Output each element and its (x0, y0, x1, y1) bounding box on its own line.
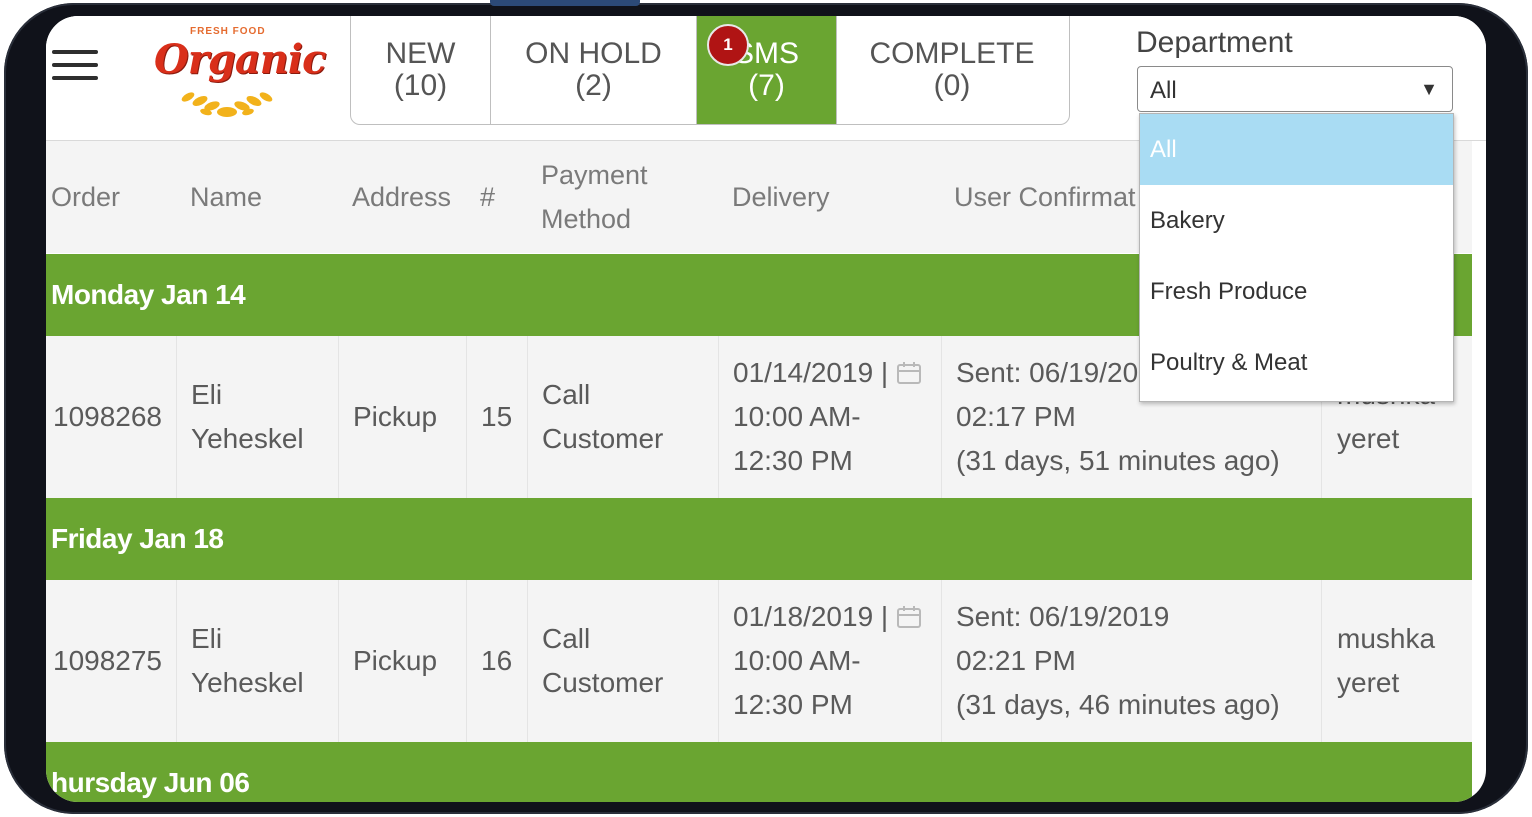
tab-new[interactable]: NEW (10) (351, 16, 491, 124)
column-order[interactable]: Order (51, 141, 120, 253)
tab-on-hold[interactable]: ON HOLD (2) (491, 16, 697, 124)
calendar-icon (896, 362, 921, 384)
table-row[interactable]: 1098275 Eli Yeheskel Pickup 16 Call Cust… (46, 580, 1472, 742)
department-option-fresh-produce[interactable]: Fresh Produce (1140, 256, 1453, 327)
column-payment-method[interactable]: Payment Method (541, 141, 671, 253)
customer-name: Eli Yeheskel (191, 379, 304, 454)
delivery-info: 01/14/2019 | 10:00 AM- 12:30 PM (733, 351, 922, 483)
order-number: 1098275 (46, 580, 177, 742)
order-status-tabs: NEW (10) ON HOLD (2) 1 SMS (7) COMPLETE … (350, 16, 1070, 125)
tab-on-hold-count: (2) (575, 69, 612, 102)
user-confirmation-info: Sent: 06/19/2019 02:21 PM (31 days, 46 m… (956, 595, 1280, 727)
department-option-bakery[interactable]: Bakery (1140, 185, 1453, 256)
tab-complete-label: COMPLETE (869, 37, 1035, 70)
date-group-header: Friday Jan 18 (46, 498, 1472, 580)
app-screen: FRESH FOOD Organic NEW (10) ON HOLD (2) … (46, 16, 1486, 802)
tab-new-count: (10) (393, 69, 448, 102)
notification-badge: 1 (707, 24, 749, 66)
department-selected-value: All (1150, 77, 1177, 104)
delivery-date: 01/14/2019 | (733, 357, 889, 388)
logo-wordmark: Organic (154, 36, 326, 83)
department-option-poultry-meat[interactable]: Poultry & Meat (1140, 327, 1453, 398)
organic-logo: FRESH FOOD Organic (152, 26, 326, 118)
column-delivery[interactable]: Delivery (732, 141, 830, 253)
calendar-icon (896, 606, 921, 628)
order-count: 16 (467, 580, 528, 742)
user-last-name: yeret (1337, 423, 1400, 454)
sent-relative-time: (31 days, 51 minutes ago) (956, 445, 1280, 476)
wheat-icon (181, 92, 273, 117)
tab-new-label: NEW (385, 37, 456, 70)
column-user-confirmation[interactable]: User Confirmat (954, 141, 1136, 253)
delivery-time-start: 10:00 AM- (733, 645, 861, 676)
sent-time: 02:21 PM (956, 645, 1076, 676)
tab-complete-count: (0) (933, 69, 971, 102)
payment-method: Call Customer (542, 623, 664, 698)
sent-date: Sent: 06/19/2019 (956, 601, 1170, 632)
address: Pickup (339, 580, 467, 742)
department-select[interactable]: All ▼ (1137, 66, 1453, 112)
order-count: 15 (467, 336, 528, 498)
hamburger-menu-icon[interactable] (52, 50, 98, 84)
tab-on-hold-label: ON HOLD (525, 37, 662, 70)
department-label: Department (1136, 26, 1293, 59)
delivery-time-start: 10:00 AM- (733, 401, 861, 432)
order-number: 1098268 (46, 336, 177, 498)
column-number[interactable]: # (480, 141, 495, 253)
tab-sms-count: (7) (748, 69, 785, 102)
user-last-name: yeret (1337, 667, 1400, 698)
address: Pickup (339, 336, 467, 498)
column-name[interactable]: Name (190, 141, 262, 253)
dropdown-arrow-icon: ▼ (1420, 79, 1438, 99)
sent-relative-time: (31 days, 46 minutes ago) (956, 689, 1280, 720)
delivery-time-end: 12:30 PM (733, 689, 853, 720)
department-option-all[interactable]: All (1140, 114, 1453, 185)
department-dropdown-list: All Bakery Fresh Produce Poultry & Meat (1139, 113, 1454, 402)
date-group-header: hursday Jun 06 (46, 742, 1472, 802)
device-notch (490, 0, 640, 6)
tab-complete[interactable]: COMPLETE (0) (837, 16, 1067, 124)
tab-sms[interactable]: 1 SMS (7) (697, 16, 837, 124)
delivery-date: 01/18/2019 | (733, 601, 889, 632)
payment-method: Call Customer (542, 379, 664, 454)
user-name: mushka yeret (1337, 617, 1435, 705)
user-first-name: mushka (1337, 623, 1436, 654)
customer-name: Eli Yeheskel (191, 623, 304, 698)
delivery-info: 01/18/2019 | 10:00 AM- 12:30 PM (733, 595, 922, 727)
delivery-time-end: 12:30 PM (733, 445, 853, 476)
column-address[interactable]: Address (352, 141, 451, 253)
